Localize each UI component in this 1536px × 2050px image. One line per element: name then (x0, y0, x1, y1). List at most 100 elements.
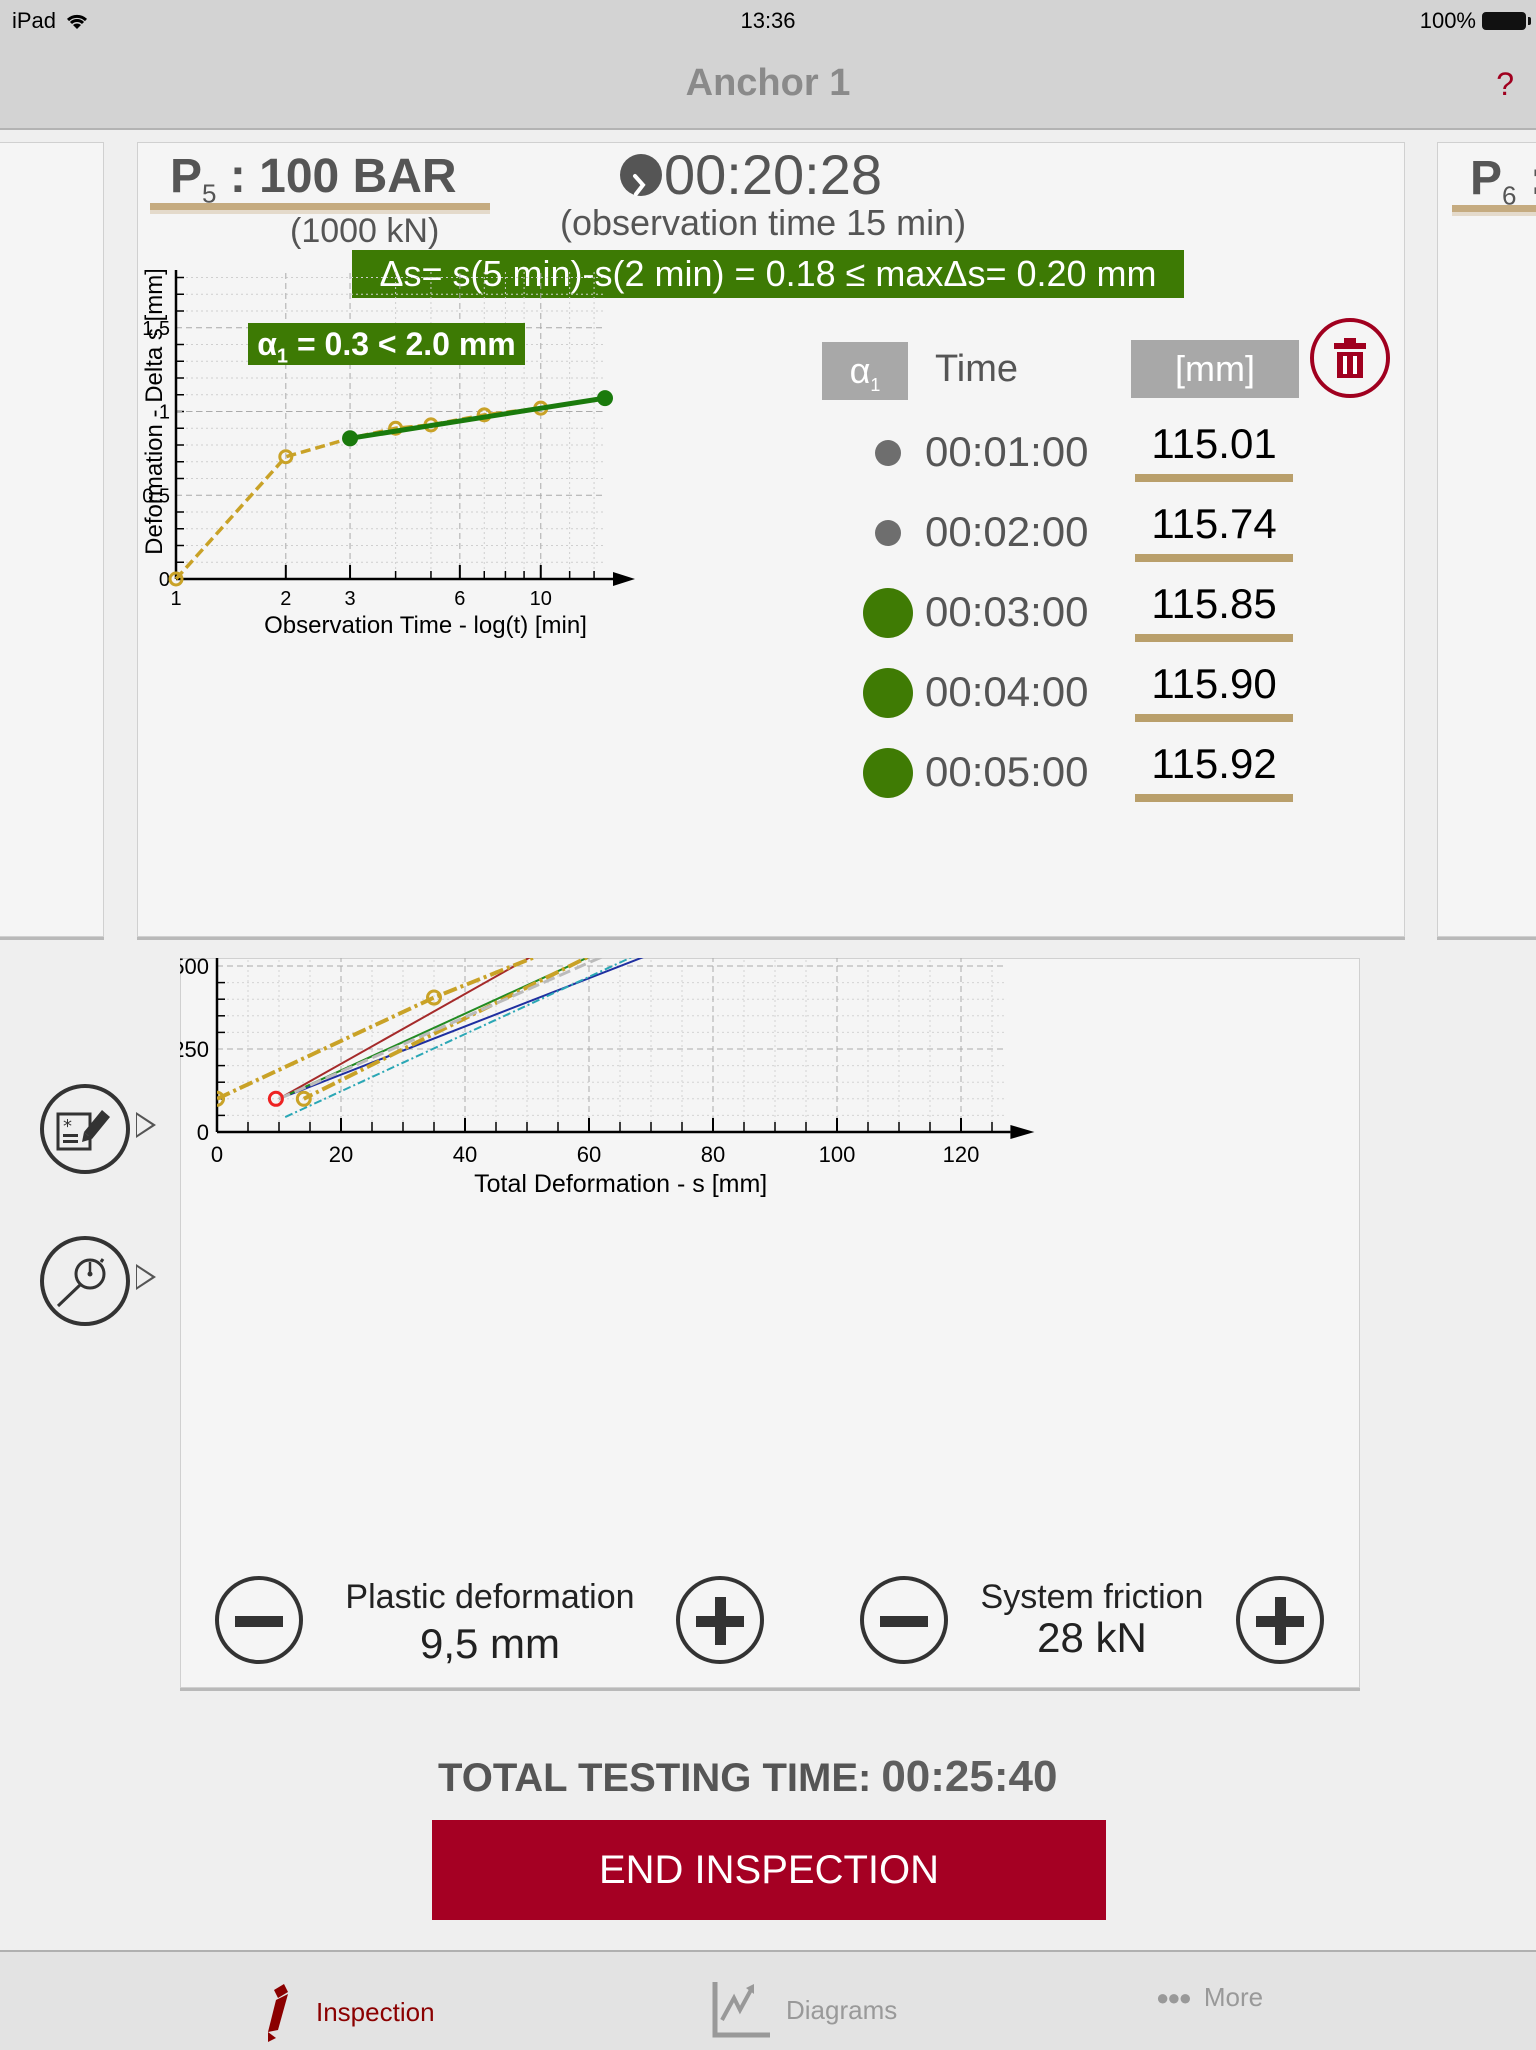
help-button[interactable]: ? (1496, 66, 1514, 103)
x-tick-label: 6 (454, 588, 465, 610)
x-tick-label: 120 (943, 1142, 980, 1167)
alpha-status-dot[interactable] (863, 748, 913, 798)
x-tick-label: 100 (819, 1142, 856, 1167)
row-value-field[interactable]: 115.01 (1145, 420, 1283, 468)
load-deformation-chart: 02040608010012002505007501000Total Defor… (180, 958, 1035, 1198)
y-tick-label: 250 (180, 1037, 209, 1062)
delete-button[interactable] (1310, 318, 1390, 398)
time-column-header: Time (935, 348, 1019, 390)
c-line (278, 958, 590, 1100)
tab-inspection[interactable]: Inspection (262, 1982, 435, 2042)
y-axis-label: Deformation - Delta s [mm] (141, 270, 168, 555)
cyan-reference-line (284, 958, 633, 1118)
inspect-gauge-button[interactable] (40, 1236, 130, 1326)
page-title: Anchor 1 (685, 62, 851, 104)
x-axis-label: Observation Time - log(t) [min] (264, 612, 587, 639)
table-row[interactable]: 00:01:00 115.01 (840, 418, 1310, 488)
value-underline (1135, 794, 1293, 802)
a-line (278, 958, 644, 1100)
value-underline (1135, 714, 1293, 722)
next-stage-underline (1452, 205, 1536, 212)
plastic-deformation-label: Plastic deformation (345, 1578, 635, 1616)
alpha-column-header: α1 (822, 342, 908, 400)
y-tick-label: 0 (159, 569, 170, 591)
tab-bar: Inspection Diagrams ●●● More (0, 1950, 1536, 2050)
next-stage-title: P6 : (1470, 152, 1536, 211)
table-row[interactable]: 00:02:00 115.74 (840, 498, 1310, 568)
gray-reference-line (278, 958, 604, 1101)
x-tick-label: 2 (280, 588, 291, 610)
navigation-bar: Anchor 1 ? (0, 40, 1536, 130)
minus-icon (880, 1616, 928, 1627)
table-row[interactable]: 00:04:00 115.90 (840, 658, 1310, 728)
measured-series-line (174, 406, 541, 581)
status-bar: iPad 13:36 100% (0, 0, 1536, 40)
next-stage-card[interactable]: P6 : (1437, 142, 1536, 937)
unit-column-header: [mm] (1131, 340, 1299, 398)
battery-percent: 100% (1419, 8, 1476, 33)
edit-notes-button[interactable]: * (40, 1084, 130, 1174)
system-friction-value: 28 kN (1037, 1614, 1147, 1661)
x-axis-arrow (613, 572, 635, 586)
stage-underline (150, 203, 490, 210)
timer-value: 00:20:28 (664, 143, 882, 206)
plastic-increase-button[interactable] (676, 1576, 764, 1664)
alpha-status-dot[interactable] (875, 520, 901, 546)
row-value-field[interactable]: 115.90 (1145, 660, 1283, 708)
x-tick-label: 0 (211, 1142, 223, 1167)
row-time: 00:05:00 (925, 748, 1089, 795)
x-tick-label: 1 (170, 588, 181, 610)
x-tick-label: 60 (577, 1142, 601, 1167)
x-tick-label: 80 (701, 1142, 725, 1167)
alpha-status-dot[interactable] (875, 440, 901, 466)
gauge-magnifier-icon (56, 1258, 106, 1308)
previous-stage-card[interactable] (0, 142, 104, 937)
x-axis-arrow (1010, 1125, 1035, 1139)
pencil-icon (268, 1984, 288, 2042)
tab-diagrams[interactable]: Diagrams (712, 1982, 897, 2038)
y-tick-label: 0 (197, 1120, 209, 1145)
expand-arrow-icon[interactable] (136, 1112, 156, 1138)
plastic-decrease-button[interactable] (215, 1576, 303, 1664)
total-testing-time: TOTAL TESTING TIME: 00:25:40 (438, 1752, 1057, 1802)
svg-text:*: * (63, 1116, 72, 1137)
observation-time-note: (observation time 15 min) (560, 202, 967, 243)
table-row[interactable]: 00:03:00 115.85 (840, 578, 1310, 648)
row-time: 00:01:00 (925, 428, 1089, 475)
system-friction-label: System friction (980, 1578, 1204, 1616)
chart-line-icon (712, 1982, 770, 2038)
row-time: 00:03:00 (925, 588, 1089, 635)
stage-title: P5 : 100 BAR (170, 150, 457, 209)
value-underline (1135, 554, 1293, 562)
row-value-field[interactable]: 115.74 (1145, 500, 1283, 548)
timer-icon (620, 153, 662, 196)
alpha-status-dot[interactable] (863, 588, 913, 638)
friction-increase-button[interactable] (1236, 1576, 1324, 1664)
plot-area (217, 958, 644, 1118)
plastic-deformation-value: 9,5 mm (419, 1620, 561, 1667)
total-testing-label: TOTAL TESTING TIME: (438, 1756, 872, 1800)
alpha-banner: α1 = 0.3 < 2.0 mm (248, 323, 525, 367)
value-underline (1135, 634, 1293, 642)
value-underline (1135, 474, 1293, 482)
tab-more[interactable]: ●●● More (1156, 1982, 1263, 2013)
fit-series-line (349, 395, 606, 441)
row-value-field[interactable]: 115.85 (1145, 580, 1283, 628)
minus-icon (235, 1616, 283, 1627)
alpha-status-dot[interactable] (863, 668, 913, 718)
stage-load: (1000 kN) (290, 212, 440, 250)
trash-icon (1334, 338, 1366, 378)
end-inspection-button[interactable]: END INSPECTION (432, 1820, 1106, 1920)
total-testing-value: 00:25:40 (881, 1752, 1058, 1801)
clock-time: 13:36 (740, 8, 796, 33)
expand-arrow-icon[interactable] (136, 1264, 156, 1290)
more-dots-icon: ●●● (1156, 1984, 1192, 2010)
x-axis-label: Total Deformation - s [mm] (474, 1170, 767, 1198)
x-tick-label: 20 (329, 1142, 353, 1167)
y-tick-label: 500 (180, 958, 209, 979)
friction-decrease-button[interactable] (860, 1576, 948, 1664)
row-time: 00:02:00 (925, 508, 1089, 555)
row-value-field[interactable]: 115.92 (1145, 740, 1283, 788)
observation-timer: 00:20:28 (620, 142, 882, 207)
table-row[interactable]: 00:05:00 115.92 (840, 738, 1310, 808)
